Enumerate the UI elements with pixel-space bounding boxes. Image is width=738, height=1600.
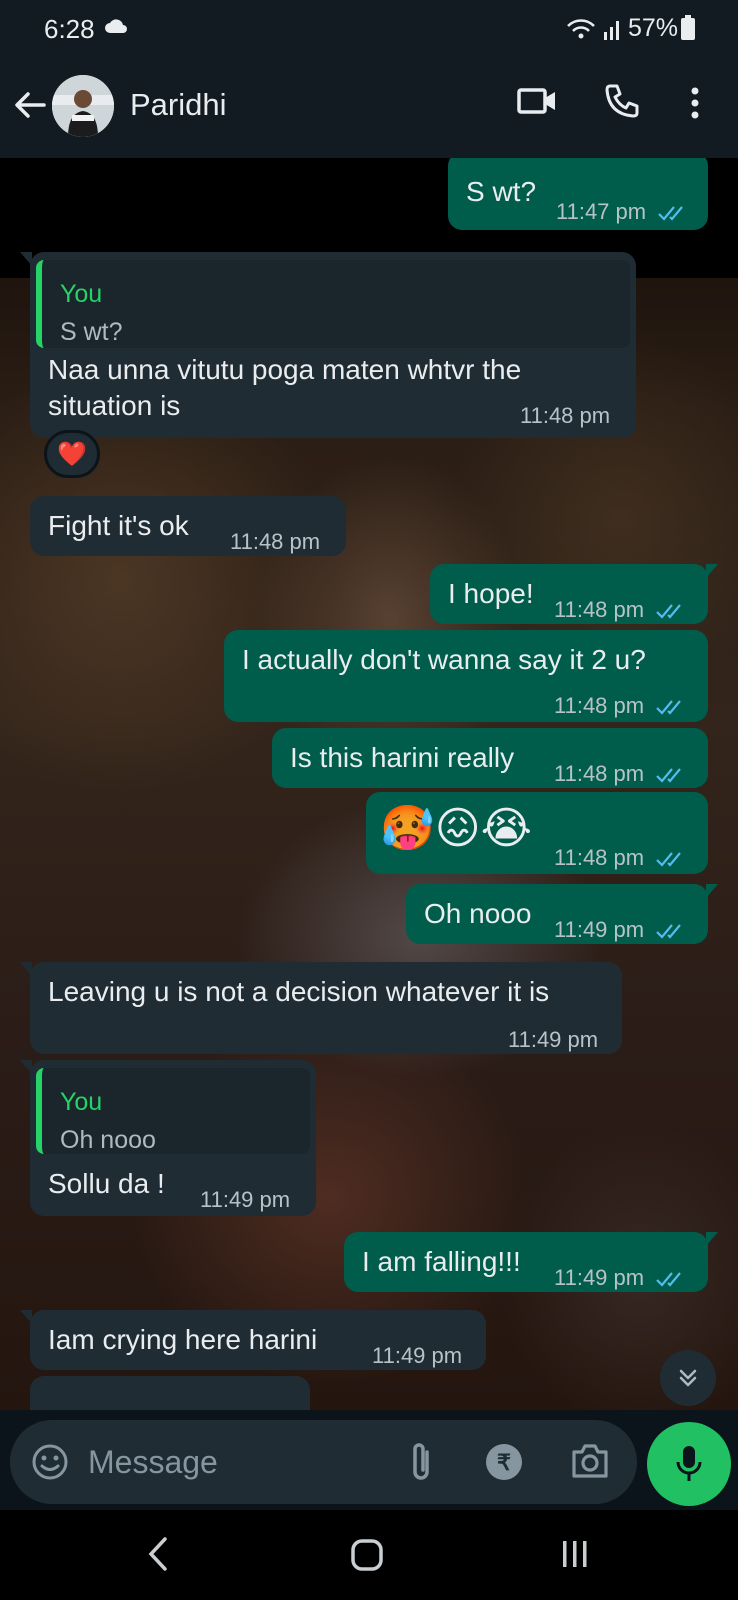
chat-header: Paridhi (0, 55, 738, 158)
status-bar: 6:28 57% (0, 0, 738, 55)
video-call-icon[interactable] (517, 85, 557, 122)
message-input[interactable]: Message (88, 1444, 218, 1481)
signal-icon (566, 16, 626, 47)
message-outgoing[interactable]: S wt? 11:47 pm (448, 158, 708, 230)
message-time: 11:49 pm (554, 1265, 645, 1290)
back-arrow-icon[interactable] (10, 85, 50, 125)
status-time: 6:28 (44, 14, 95, 44)
quote-text: Oh nooo (60, 1126, 156, 1154)
message-incoming[interactable]: Iam crying here harini 11:49 pm (20, 1310, 486, 1370)
quote-author: You (60, 280, 103, 308)
message-text: Is this harini really (290, 742, 515, 773)
message-time: 11:47 pm (556, 199, 647, 224)
scroll-down-icon (679, 1369, 697, 1387)
read-ticks-icon (658, 206, 684, 221)
message-text: I actually don't wanna say it 2 u? (242, 644, 646, 675)
message-time: 11:48 pm (520, 403, 611, 428)
cloud-icon (104, 18, 128, 39)
message-text: Fight it's ok (48, 510, 189, 541)
camera-icon[interactable] (570, 1442, 610, 1485)
mic-button[interactable] (647, 1422, 731, 1506)
mic-icon (676, 1446, 702, 1481)
message-incoming[interactable]: Fight it's ok 11:48 pm (30, 496, 346, 556)
quoted-reply[interactable]: You S wt? (36, 260, 630, 348)
read-ticks-icon (656, 1272, 682, 1287)
more-options-icon[interactable] (690, 87, 700, 124)
avatar[interactable] (52, 75, 114, 137)
message-text: Iam crying here harini (48, 1324, 318, 1355)
message-outgoing[interactable]: I actually don't wanna say it 2 u? 11:48… (224, 630, 708, 722)
message-time: 11:49 pm (508, 1027, 599, 1052)
quote-author: You (60, 1088, 103, 1116)
message-time: 11:48 pm (554, 761, 645, 786)
message-text: I am falling!!! (362, 1246, 521, 1277)
message-text-line1: Naa unna vitutu poga maten whtvr the (48, 354, 522, 385)
emoji-message: 🥵😖😭 (380, 804, 533, 853)
chat-area[interactable]: S wt? 11:47 pm You S wt? Naa unna vitutu… (0, 158, 738, 1410)
attach-icon[interactable] (408, 1440, 434, 1489)
message-outgoing[interactable]: Is this harini really 11:48 pm (272, 728, 708, 788)
message-outgoing[interactable]: 🥵😖😭 11:48 pm (366, 792, 708, 874)
message-time: 11:48 pm (554, 693, 645, 718)
message-outgoing[interactable]: I hope! 11:48 pm (430, 564, 718, 624)
rupee-icon[interactable]: ₹ (484, 1442, 524, 1487)
contact-name[interactable]: Paridhi (130, 87, 227, 123)
read-ticks-icon (656, 768, 682, 783)
message-text: Leaving u is not a decision whatever it … (48, 976, 550, 1007)
message-text: S wt? (466, 176, 537, 207)
nav-home-icon[interactable] (350, 1538, 384, 1577)
message-text-line2: situation is (48, 390, 181, 421)
message-time: 11:49 pm (372, 1343, 463, 1368)
message-time: 11:48 pm (230, 529, 321, 554)
message-incoming-partial[interactable] (30, 1376, 310, 1410)
message-outgoing[interactable]: I am falling!!! 11:49 pm (344, 1232, 718, 1292)
message-text: Oh nooo (424, 898, 532, 929)
nav-back-icon[interactable] (147, 1536, 169, 1577)
quoted-reply[interactable]: You Oh nooo (36, 1068, 310, 1154)
message-text: Sollu da ! (48, 1168, 165, 1199)
phone-icon[interactable] (604, 83, 640, 124)
message-incoming[interactable]: You Oh nooo Sollu da ! 11:49 pm (20, 1060, 316, 1216)
read-ticks-icon (656, 924, 682, 939)
read-ticks-icon (656, 852, 682, 867)
battery-percent: 57% (628, 14, 679, 42)
quote-text: S wt? (60, 318, 123, 346)
reaction-badge[interactable]: ❤️ (44, 430, 100, 478)
message-input-bar[interactable]: Message ₹ (10, 1420, 637, 1504)
scroll-down-button[interactable] (660, 1350, 716, 1406)
emoji-icon[interactable] (30, 1442, 70, 1487)
message-incoming[interactable]: You S wt? Naa unna vitutu poga maten wht… (20, 252, 636, 438)
message-time: 11:48 pm (554, 845, 645, 870)
svg-text:₹: ₹ (497, 1450, 511, 1475)
nav-recents-icon[interactable] (560, 1538, 590, 1575)
message-incoming[interactable]: Leaving u is not a decision whatever it … (20, 962, 622, 1054)
message-text: I hope! (448, 578, 534, 609)
message-outgoing[interactable]: Oh nooo 11:49 pm (406, 884, 718, 944)
battery-icon (681, 15, 695, 46)
message-time: 11:48 pm (554, 597, 645, 622)
message-time: 11:49 pm (554, 917, 645, 942)
read-ticks-icon (656, 604, 682, 619)
heart-reaction: ❤️ (57, 440, 87, 468)
read-ticks-icon (656, 700, 682, 715)
message-time: 11:49 pm (200, 1187, 291, 1212)
system-nav-bar (0, 1510, 738, 1600)
